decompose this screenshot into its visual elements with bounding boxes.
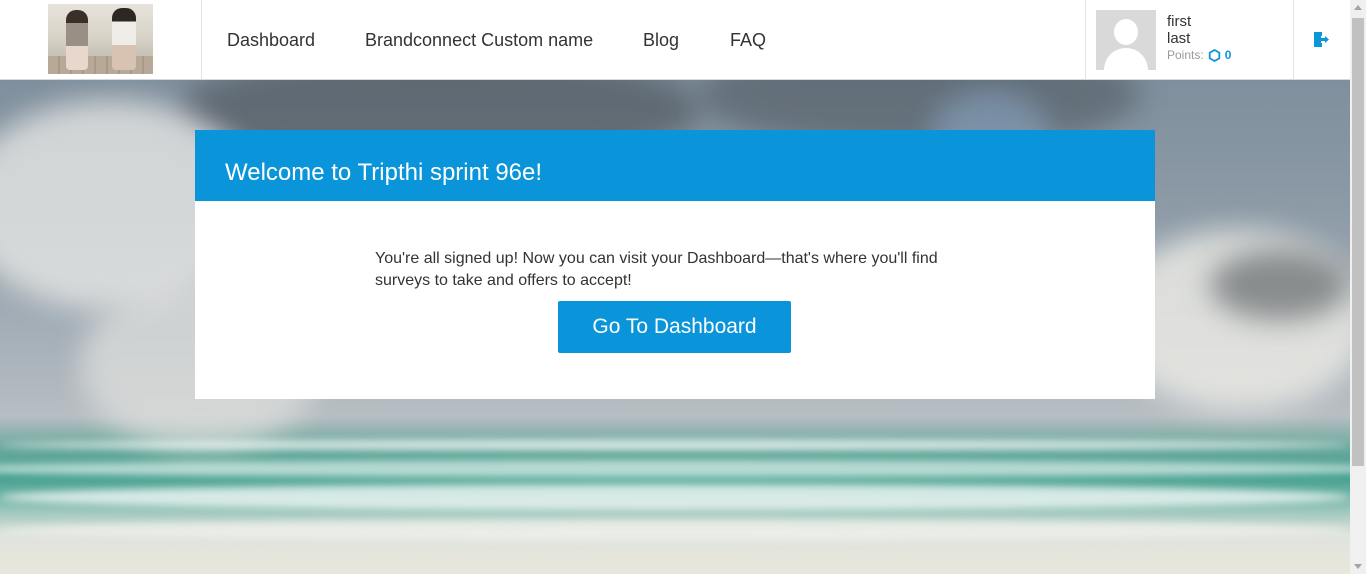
scroll-down-icon[interactable] — [1354, 564, 1362, 569]
logo-person — [112, 8, 136, 70]
logo-deck — [48, 56, 153, 74]
nav-link-faq[interactable]: FAQ — [730, 30, 766, 51]
nav-item-faq[interactable]: FAQ — [730, 0, 766, 80]
wave — [0, 520, 1350, 540]
welcome-title: Welcome to Tripthi sprint 96e! — [225, 159, 543, 186]
points-coin-icon — [1208, 48, 1220, 62]
user-last-name[interactable]: last — [1167, 30, 1190, 47]
header-divider — [1085, 0, 1086, 80]
nav-link-dashboard[interactable]: Dashboard — [227, 30, 315, 51]
welcome-card: Welcome to Tripthi sprint 96e! You're al… — [195, 130, 1155, 399]
avatar-body — [1104, 48, 1148, 70]
scroll-up-icon[interactable] — [1354, 5, 1362, 10]
wave — [0, 440, 1350, 450]
avatar[interactable] — [1096, 10, 1156, 70]
nav-item-brandconnect[interactable]: Brandconnect Custom name — [365, 0, 593, 80]
wave — [0, 460, 1350, 478]
welcome-card-header: Welcome to Tripthi sprint 96e! — [195, 130, 1155, 201]
wave — [0, 484, 1350, 510]
header-divider — [1293, 0, 1294, 80]
header-divider — [201, 0, 202, 80]
nav-item-dashboard[interactable]: Dashboard — [227, 0, 315, 80]
logo-person — [66, 10, 88, 70]
nav-link-blog[interactable]: Blog — [643, 30, 679, 51]
nav-link-brandconnect[interactable]: Brandconnect Custom name — [365, 30, 593, 51]
points-summary: Points: 0 — [1167, 48, 1231, 62]
scrollbar-thumb[interactable] — [1352, 18, 1364, 466]
go-to-dashboard-button[interactable]: Go To Dashboard — [558, 301, 791, 353]
avatar-head — [1114, 19, 1138, 45]
cloud — [1210, 250, 1350, 320]
welcome-message: You're all signed up! Now you can visit … — [375, 250, 938, 289]
points-value: 0 — [1224, 48, 1232, 62]
points-label: Points: — [1167, 48, 1204, 62]
page-scrollbar[interactable] — [1350, 0, 1366, 574]
brand-logo-image[interactable] — [48, 4, 153, 74]
logout-icon[interactable] — [1313, 31, 1329, 48]
user-first-name[interactable]: first — [1167, 13, 1191, 30]
nav-item-blog[interactable]: Blog — [643, 0, 679, 80]
top-header: Dashboard Brandconnect Custom name Blog … — [0, 0, 1350, 80]
